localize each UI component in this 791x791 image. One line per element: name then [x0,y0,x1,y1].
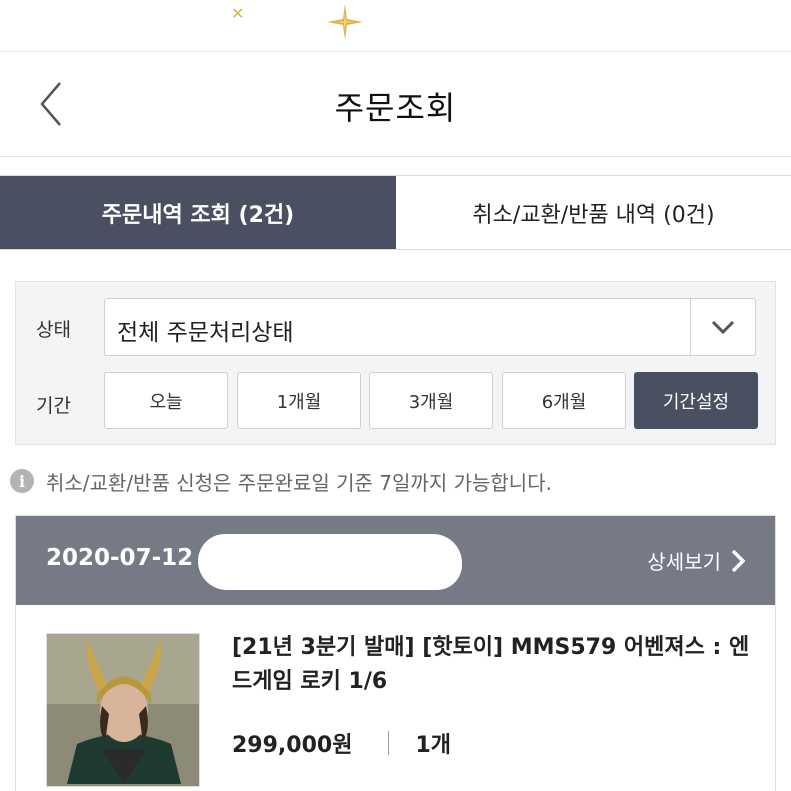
status-select-value: 전체 주문처리상태 [117,320,294,346]
notice-text: 취소/교환/반품 신청은 주문완료일 기준 7일까지 가능합니다. [46,470,552,495]
product-name[interactable]: [21년 3분기 발매] [핫토이] MMS579 어벤져스 : 엔드게임 로키… [232,631,762,699]
redaction-mark [198,534,462,590]
page-header: 주문조회 [0,53,791,157]
page-title: 주문조회 [334,89,457,127]
order-date: 2020-07-12 [46,545,194,571]
divider [388,731,390,755]
period-label: 기간 [36,395,71,417]
order-card-header: 2020-07-12 상세보기 [16,516,775,605]
status-label: 상태 [36,319,71,341]
period-custom-button[interactable]: 기간설정 [634,372,758,429]
period-6-month-button[interactable]: 6개월 [502,372,626,429]
product-quantity: 1개 [415,733,452,758]
chevron-down-icon[interactable] [690,299,755,355]
period-today-button[interactable]: 오늘 [104,372,228,429]
tab-order-history[interactable]: 주문내역 조회 (2건) [0,176,396,249]
cancel-policy-notice: i 취소/교환/반품 신청은 주문완료일 기준 7일까지 가능합니다. [10,466,552,496]
view-detail-link[interactable]: 상세보기 [647,546,745,575]
order-tabs: 주문내역 조회 (2건) 취소/교환/반품 내역 (0건) [0,175,791,250]
top-banner: ✕ [0,0,791,52]
period-3-month-button[interactable]: 3개월 [369,372,493,429]
view-detail-label: 상세보기 [647,550,721,574]
product-image [47,634,199,786]
info-icon: i [10,469,34,493]
order-filter-panel: 상태 전체 주문처리상태 기간 오늘 1개월 3개월 6개월 기간설정 [15,281,776,445]
chevron-right-icon [731,549,745,572]
sparkle-small-icon: ✕ [231,4,245,23]
period-1-month-button[interactable]: 1개월 [237,372,361,429]
order-card: 2020-07-12 상세보기 [21년 3분기 발매] [핫토이] MMS57… [15,515,776,791]
product-price: 299,000원 [232,733,353,758]
sparkle-star-icon [327,4,363,40]
product-thumbnail[interactable] [46,633,200,787]
tab-cancel-return-history[interactable]: 취소/교환/반품 내역 (0건) [396,176,791,249]
price-quantity-row: 299,000원 1개 [232,727,451,759]
status-select[interactable]: 전체 주문처리상태 [104,298,756,356]
